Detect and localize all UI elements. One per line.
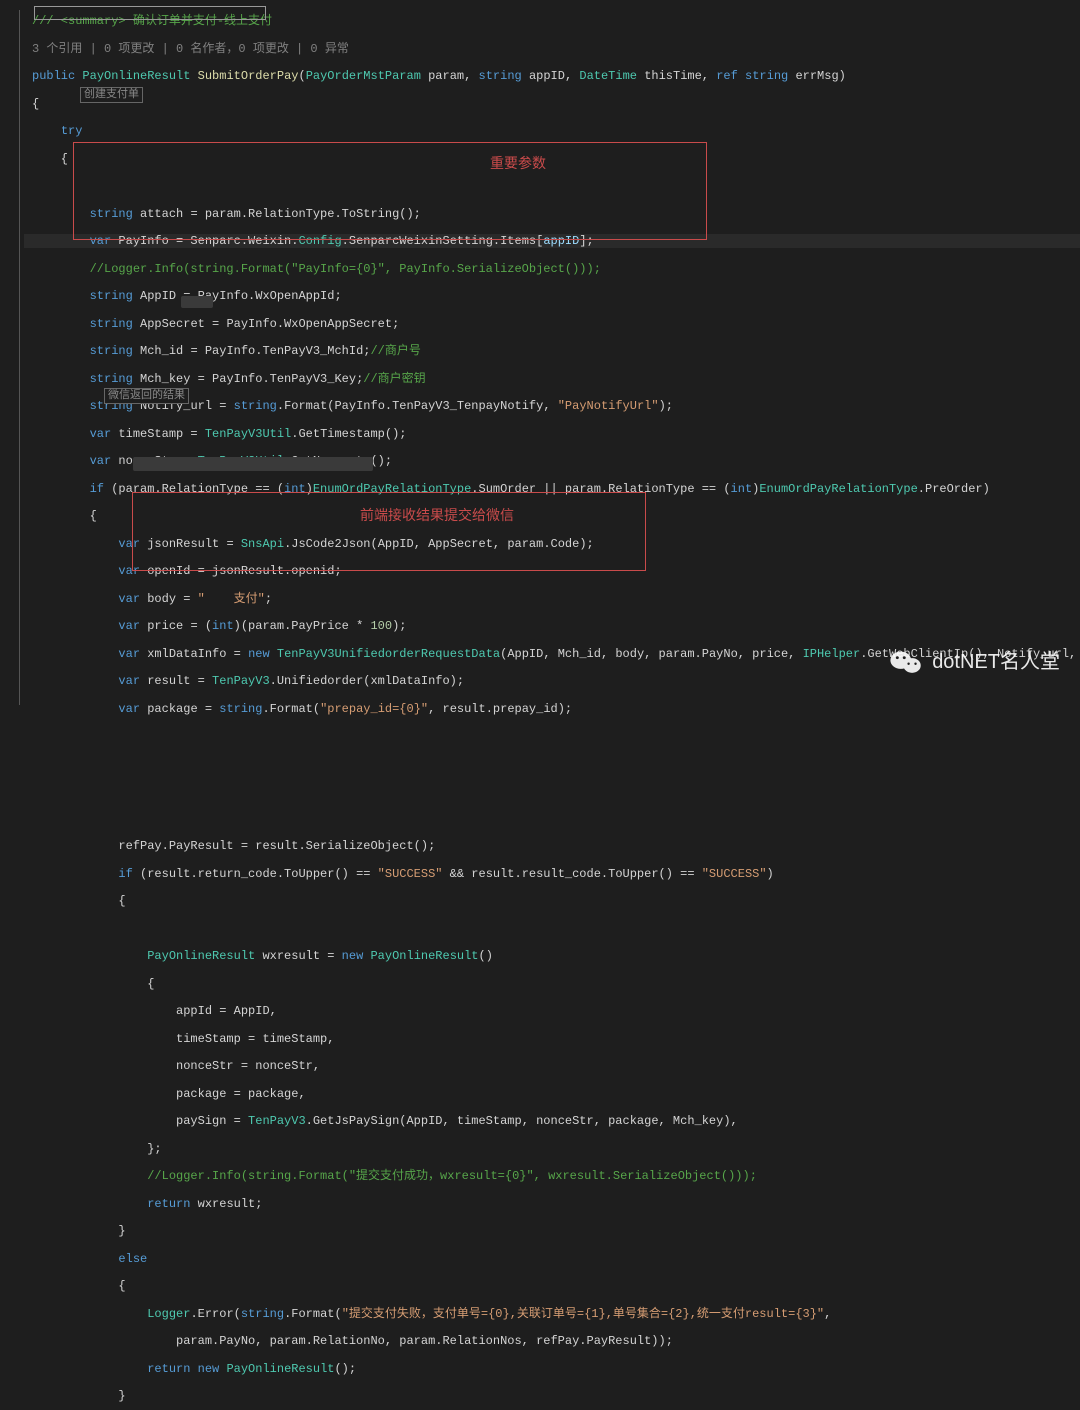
region-label-1: 创建支付单: [80, 87, 143, 103]
code-editor[interactable]: /// <summary> 确认订单并支付-线上支付 3 个引用 | 0 项更改…: [0, 0, 1080, 705]
code-area[interactable]: /// <summary> 确认订单并支付-线上支付 3 个引用 | 0 项更改…: [24, 0, 1080, 705]
region-label-2: 微信返回的结果: [104, 388, 189, 404]
annotation-text-1: 重要参数: [490, 158, 546, 172]
doc-comment: /// <summary> 确认订单并支付-线上支付: [32, 14, 272, 28]
redaction-1: [181, 296, 213, 308]
watermark-text: dotNET名人堂: [932, 655, 1060, 669]
refs-line[interactable]: 3 个引用 | 0 项更改 | 0 名作者，0 项更改 | 0 异常: [24, 42, 1080, 56]
highlighted-line: var PayInfo = Senparc.Weixin.Config.Senp…: [24, 234, 1080, 248]
wechat-icon: [890, 649, 922, 675]
watermark: dotNET名人堂: [890, 649, 1060, 675]
fold-bar: [16, 0, 24, 705]
method-signature: public PayOnlineResult SubmitOrderPay(Pa…: [24, 69, 1080, 83]
redaction-2: [133, 457, 373, 471]
annotation-text-2: 前端接收结果提交给微信: [360, 510, 514, 524]
gutter: [0, 0, 17, 705]
